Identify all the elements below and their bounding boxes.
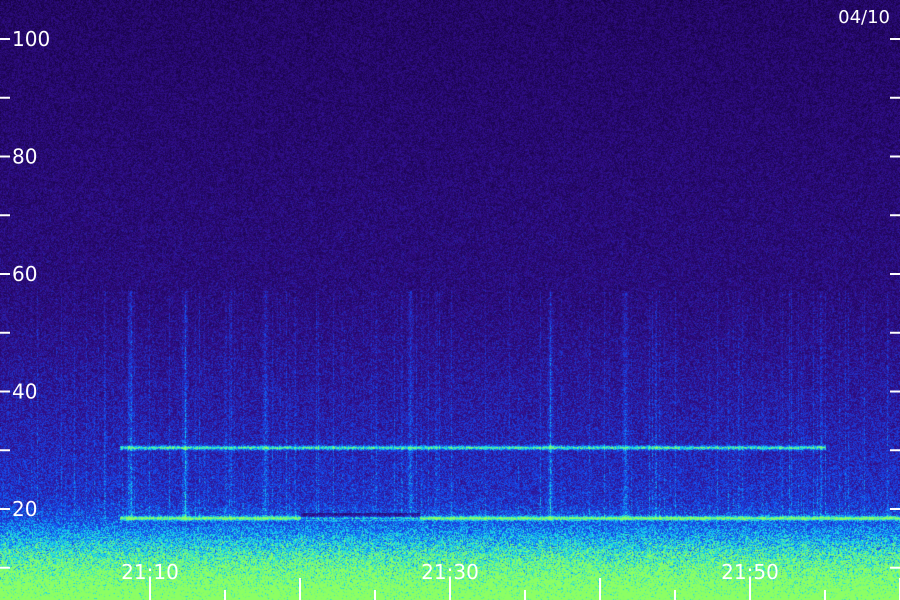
x-tick-label: 21:50: [721, 560, 779, 584]
x-axis-ticks: 21:10 21:30 21:50: [121, 560, 900, 600]
date-label: 04/10: [838, 7, 890, 28]
y-axis-ticks: 20 40 60 80 100: [0, 27, 900, 569]
x-tick-label: 21:10: [121, 560, 179, 584]
y-tick-label: 20: [12, 497, 37, 521]
axis-overlay: 20 40 60 80 100 21:10 21:30 21:50 04/10: [0, 7, 900, 600]
y-tick-label: 60: [12, 262, 37, 286]
y-tick-label: 100: [12, 27, 50, 51]
y-tick-label: 80: [12, 145, 37, 169]
y-tick-label: 40: [12, 380, 37, 404]
x-tick-label: 21:30: [421, 560, 479, 584]
